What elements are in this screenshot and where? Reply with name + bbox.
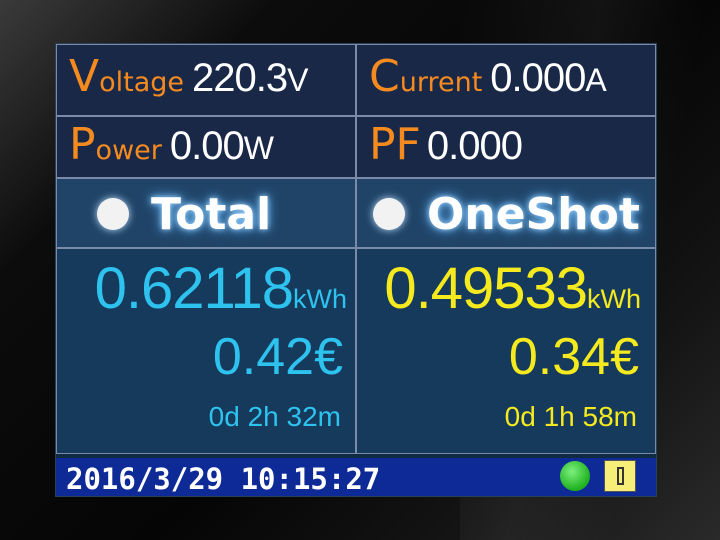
- datetime-display: 2016/3/29 10:15:27: [66, 462, 381, 496]
- total-panel: 0.62118 kWh 0.42€ 0d 2h 32m: [56, 248, 356, 454]
- oneshot-duration: 0d 1h 58m: [504, 401, 637, 432]
- total-energy-unit: kWh: [293, 284, 347, 314]
- power-unit: W: [243, 130, 274, 166]
- power-cell: P ower 0.00 W: [56, 116, 356, 178]
- pf-value: 0.000: [426, 124, 523, 168]
- current-label: urrent: [399, 67, 483, 98]
- current-label-initial: C: [369, 51, 400, 102]
- tab-oneshot[interactable]: OneShot: [356, 178, 656, 248]
- power-label-initial: P: [69, 119, 96, 170]
- pf-label: PF: [369, 119, 421, 170]
- power-label: ower: [95, 135, 162, 166]
- voltage-cell: V oltage 220.3 V: [56, 44, 356, 116]
- current-cell: C urrent 0.000 A: [356, 44, 656, 116]
- tab-oneshot-label: OneShot: [427, 188, 640, 240]
- tab-total-label: Total: [151, 188, 272, 240]
- voltage-value: 220.3: [192, 56, 288, 100]
- status-bar: 2016/3/29 10:15:27: [56, 458, 656, 496]
- oneshot-panel: 0.49533 kWh 0.34€ 0d 1h 58m: [356, 248, 656, 454]
- sd-card-icon[interactable]: [604, 460, 636, 492]
- oneshot-energy-value: 0.49533: [384, 256, 588, 321]
- total-cost: 0.42€: [212, 328, 343, 386]
- voltage-label-initial: V: [69, 51, 100, 102]
- total-energy-value: 0.62118: [94, 256, 294, 321]
- total-duration: 0d 2h 32m: [208, 401, 341, 432]
- pf-cell: PF 0.000: [356, 116, 656, 178]
- oneshot-cost: 0.34€: [508, 328, 639, 386]
- oneshot-radio-icon: [373, 198, 405, 230]
- total-radio-icon: [97, 198, 129, 230]
- power-value: 0.00: [169, 124, 245, 168]
- voltage-unit: V: [287, 62, 309, 98]
- voltage-label: oltage: [99, 67, 185, 98]
- tab-total[interactable]: Total: [56, 178, 356, 248]
- oneshot-energy-unit: kWh: [587, 284, 641, 314]
- current-unit: A: [585, 62, 607, 98]
- current-value: 0.000: [490, 56, 586, 100]
- display-screen: V oltage 220.3 V C urrent 0.000 A P ower…: [56, 44, 656, 496]
- green-status-icon: [560, 461, 590, 491]
